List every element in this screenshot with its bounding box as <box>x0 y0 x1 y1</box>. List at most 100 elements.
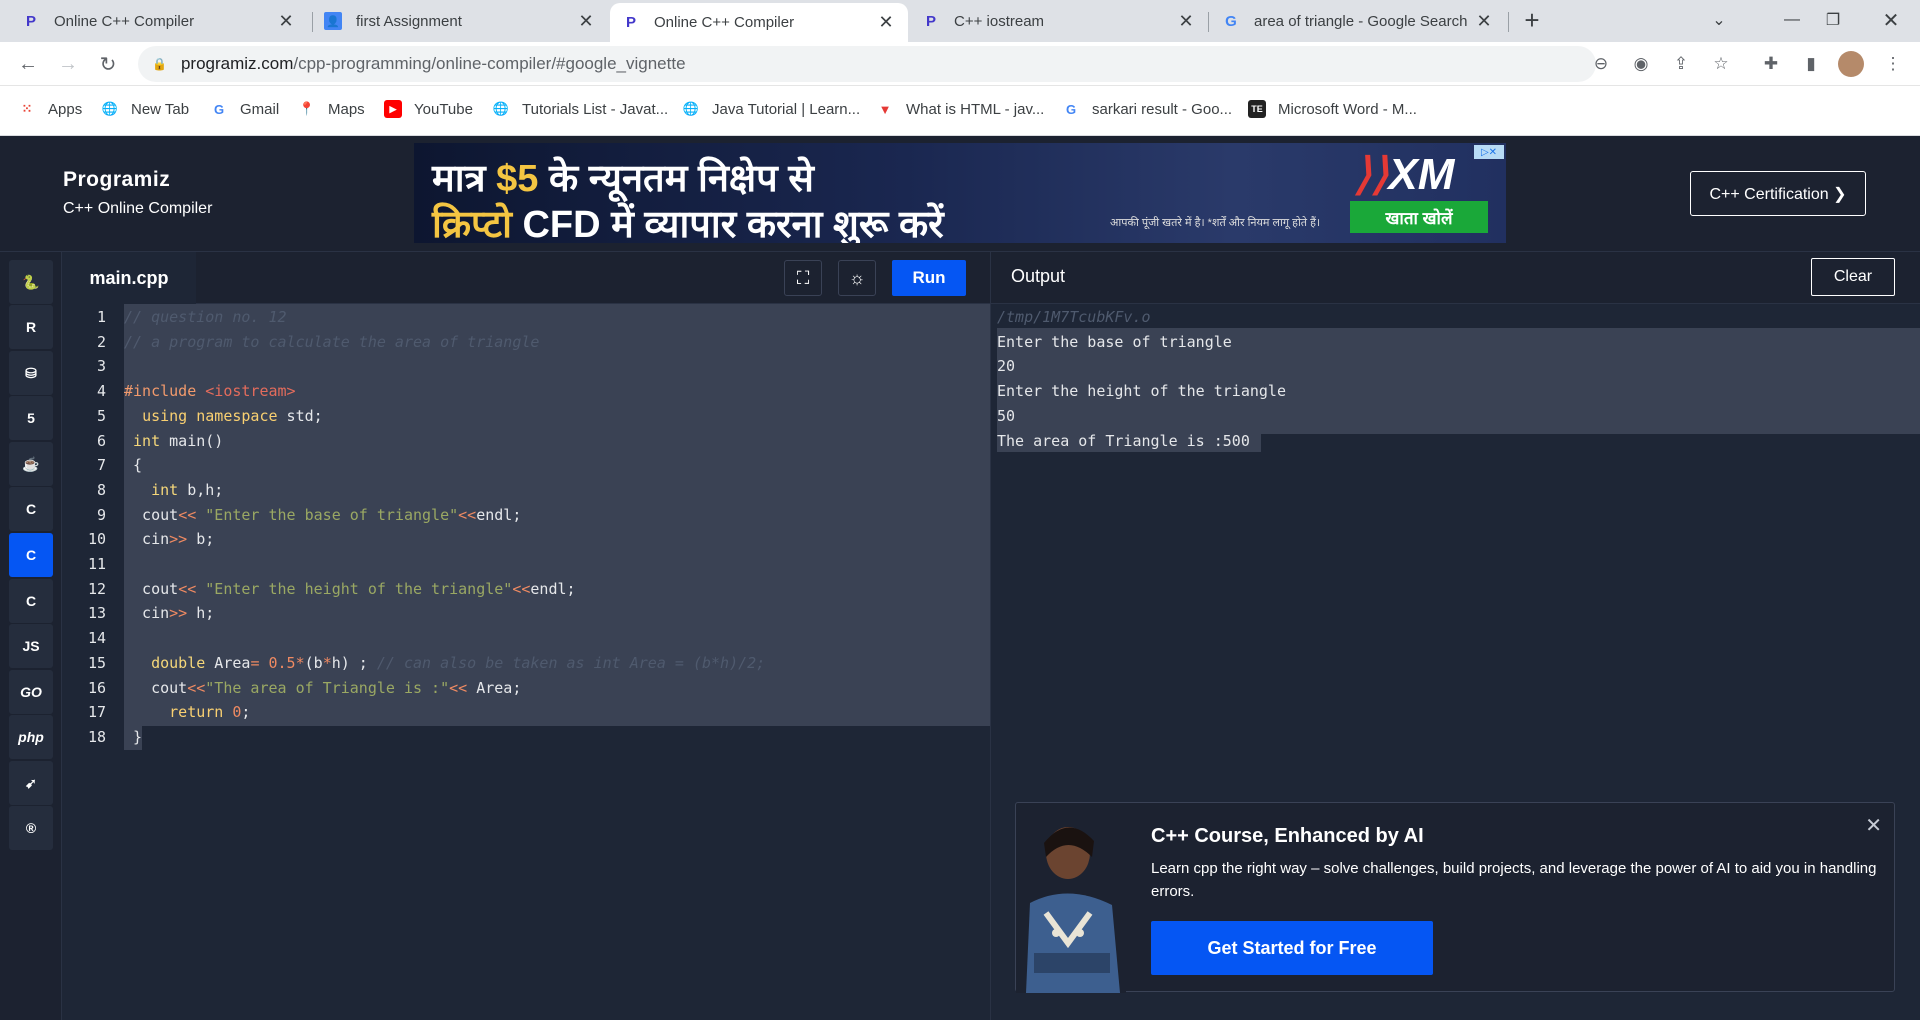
ad-open-account-button[interactable]: खाता खोलें <box>1350 201 1488 233</box>
url-path: /cpp-programming/online-compiler/#google… <box>293 54 686 73</box>
back-arrow-icon[interactable]: ← <box>14 50 42 78</box>
javatpoint-icon: ▼ <box>878 101 892 117</box>
close-icon[interactable]: ✕ <box>276 11 296 32</box>
go-icon[interactable]: GO <box>9 670 53 714</box>
php-icon[interactable]: php <box>9 715 53 759</box>
line-number: 5 <box>96 406 106 425</box>
code-editor[interactable]: 1 // question no. 12 2 // a program to calc… <box>62 304 990 1020</box>
line-number: 1 <box>96 308 106 326</box>
line-number: 6 <box>96 431 106 450</box>
reload-icon[interactable]: ↻ <box>94 50 122 78</box>
bookmark-new-tab[interactable]: 🌐 New Tab <box>101 100 189 118</box>
bookmark-tutorials[interactable]: 🌐 Tutorials List - Javat... <box>492 100 668 118</box>
tab-title: Online C++ Compiler <box>54 12 195 30</box>
menu-kebab-icon[interactable]: ⋮ <box>1880 51 1906 77</box>
ad-choices-icon[interactable]: ▷✕ <box>1474 145 1504 159</box>
xm-brand: XM <box>1388 150 1455 199</box>
new-tab-button[interactable]: + <box>1507 0 1557 40</box>
html5-icon[interactable]: 5 <box>9 396 53 440</box>
share-icon[interactable]: ⇪ <box>1668 51 1694 77</box>
file-tab-main-cpp[interactable]: main.cpp <box>62 252 196 304</box>
theme-toggle-sun-icon[interactable]: ☼ <box>838 260 876 296</box>
c-icon[interactable]: C <box>9 487 53 531</box>
bookmark-label: YouTube <box>414 100 473 118</box>
bookmark-sarkari-result[interactable]: Gsarkari result - Goo... <box>1062 100 1232 118</box>
close-icon[interactable]: ✕ <box>876 12 896 33</box>
code-line: double Area= 0.5*(b*h) ; // can also be … <box>151 653 766 672</box>
output-title: Output <box>1011 266 1066 286</box>
r-icon[interactable]: R <box>9 305 53 349</box>
clear-button[interactable]: Clear <box>1811 258 1895 296</box>
profile-avatar[interactable] <box>1838 51 1864 77</box>
bookmark-label: Java Tutorial | Learn... <box>712 100 861 118</box>
browser-tab[interactable]: P C++ iostream ✕ <box>910 0 1208 42</box>
youtube-icon: ▶ <box>384 100 402 118</box>
restore-icon[interactable]: ❐ <box>1808 0 1858 40</box>
fullscreen-icon[interactable]: ⛶ <box>784 260 822 296</box>
csharp-icon[interactable]: C <box>9 579 53 623</box>
bookmark-gmail[interactable]: G Gmail <box>210 100 279 118</box>
browser-tab[interactable]: 👤 first Assignment ✕ <box>312 0 608 42</box>
ad-headline-1: मात्र $5 के न्यूनतम निक्षेप से <box>432 151 814 203</box>
run-button[interactable]: Run <box>892 260 966 296</box>
swift-icon[interactable]: ➹ <box>9 761 53 805</box>
line-number: 10 <box>87 530 106 549</box>
line-number: 9 <box>96 505 106 524</box>
bookmark-label: Tutorials List - Javat... <box>522 100 669 118</box>
browser-tab[interactable]: G area of triangle - Google Search ✕ <box>1210 0 1506 42</box>
close-icon[interactable]: ✕ <box>1865 813 1882 838</box>
bookmarks-bar: ⁙ Apps 🌐 New Tab G Gmail 📍 Maps ▶ YouTube 🌐 Tu… <box>0 86 1920 136</box>
sql-icon[interactable]: ⛁ <box>9 351 53 395</box>
google-icon: G <box>213 101 225 117</box>
forward-arrow-icon[interactable]: → <box>54 50 82 78</box>
cpp-certification-button[interactable]: C++ Certification ❯ <box>1690 171 1866 216</box>
bookmark-microsoft-word[interactable]: TE Microsoft Word - M... <box>1248 100 1417 118</box>
code-line: using namespace std; <box>142 406 323 425</box>
bookmark-java-tutorial[interactable]: 🌐 Java Tutorial | Learn... <box>682 100 860 118</box>
tab-title: Online C++ Compiler <box>654 14 795 31</box>
get-started-button[interactable]: Get Started for Free <box>1151 921 1433 975</box>
bookmark-star-icon[interactable]: ☆ <box>1708 51 1734 77</box>
output-line: The area of Triangle is :500 <box>997 431 1250 450</box>
java-icon[interactable]: ☕ <box>9 442 53 486</box>
code-line: cin>> h; <box>124 604 215 623</box>
url-omnibox[interactable]: 🔒 programiz.com/cpp-programming/online-c… <box>138 46 1596 82</box>
google-icon: G <box>1225 12 1237 30</box>
cpp-icon[interactable]: C <box>9 533 53 577</box>
line-number: 16 <box>87 678 106 697</box>
bookmark-label: sarkari result - Goo... <box>1092 100 1233 118</box>
page-subtitle: C++ Online Compiler <box>63 200 213 217</box>
extensions-puzzle-icon[interactable]: ✚ <box>1758 51 1784 77</box>
browser-tab[interactable]: P Online C++ Compiler ✕ <box>10 0 308 42</box>
browser-tab-active[interactable]: P Online C++ Compiler ✕ <box>610 3 908 42</box>
window-close-icon[interactable]: ✕ <box>1866 0 1916 40</box>
bookmark-apps[interactable]: ⁙ Apps <box>18 100 83 118</box>
line-number: 15 <box>87 653 106 672</box>
tab-title: first Assignment <box>356 12 462 30</box>
output-line: 20 <box>997 357 1016 376</box>
bookmark-label: Apps <box>48 100 83 118</box>
side-panel-icon[interactable]: ▮ <box>1798 51 1824 77</box>
tracking-eye-icon[interactable]: ◉ <box>1628 51 1654 77</box>
close-icon[interactable]: ✕ <box>1474 11 1494 32</box>
rust-icon[interactable]: ® <box>9 806 53 850</box>
ad-text: CFD में व्यापार करना शुरू करें <box>511 204 944 243</box>
python-icon[interactable]: 🐍 <box>9 260 53 304</box>
code-line: // a program to calculate the area of tr… <box>124 332 540 351</box>
bookmark-what-is-html[interactable]: ▼ What is HTML - jav... <box>876 100 1045 118</box>
close-icon[interactable]: ✕ <box>576 11 596 32</box>
line-number: 8 <box>96 480 106 499</box>
globe-icon: 🌐 <box>492 101 510 116</box>
instructor-photo <box>1016 813 1126 993</box>
tab-search-chevron-icon[interactable]: ⌄ <box>1694 0 1744 40</box>
programiz-logo[interactable]: Programiz <box>63 168 170 192</box>
bookmark-maps[interactable]: 📍 Maps <box>298 100 365 118</box>
zoom-out-icon[interactable]: ⊖ <box>1588 51 1614 77</box>
bookmark-youtube[interactable]: ▶ YouTube <box>384 100 473 118</box>
ad-crypto-text: क्रिप्टो <box>432 204 512 243</box>
javascript-icon[interactable]: JS <box>9 624 53 668</box>
close-icon[interactable]: ✕ <box>1176 11 1196 32</box>
ad-text: मात्र <box>432 158 497 200</box>
code-line: cout<< "Enter the height of the triangle… <box>124 579 576 598</box>
advertisement-banner[interactable]: मात्र $5 के न्यूनतम निक्षेप से क्रिप्टो … <box>414 143 1506 243</box>
